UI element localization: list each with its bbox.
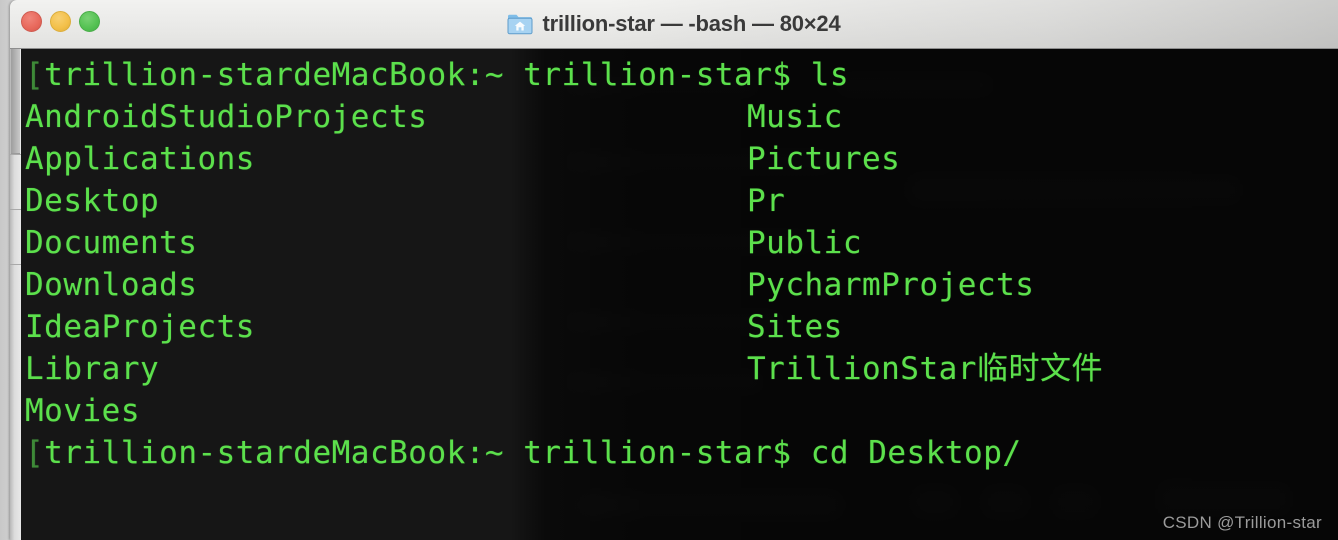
terminal-listing-row: Library TrillionStar临时文件 — [25, 348, 1338, 390]
window-title: trillion-star — -bash — 80×24 — [542, 11, 841, 36]
terminal-screen: [trillion-stardeMacBook:~ trillion-star$… — [21, 49, 1338, 540]
prompt-text: trillion-stardeMacBook:~ trillion-star$ — [44, 435, 811, 471]
terminal-scrollbar[interactable] — [10, 49, 21, 540]
listing-entry: Sites — [747, 309, 843, 345]
listing-entry: Pr — [747, 183, 786, 219]
window-titlebar[interactable]: trillion-star — -bash — 80×24 — [10, 0, 1338, 49]
listing-entry: Desktop — [25, 183, 160, 219]
listing-entry: Public — [747, 225, 862, 261]
terminal-body[interactable]: [trillion-stardeMacBook:~ trillion-star$… — [10, 49, 1338, 540]
prompt-text: trillion-stardeMacBook:~ trillion-star$ — [44, 57, 811, 93]
close-button[interactable] — [21, 11, 42, 32]
listing-entry: IdeaProjects — [25, 309, 255, 345]
home-folder-icon — [507, 13, 533, 35]
watermark: CSDN @Trillion-star — [1162, 513, 1322, 532]
terminal-prompt-line: [trillion-stardeMacBook:~ trillion-star$… — [25, 432, 1338, 474]
terminal-listing-row: Applications Pictures — [25, 138, 1338, 180]
window-title-group: trillion-star — -bash — 80×24 — [10, 0, 1338, 48]
terminal-command: cd Desktop/ — [810, 435, 1022, 471]
prompt-bracket: [ — [25, 435, 45, 471]
listing-entry: AndroidStudioProjects — [25, 99, 428, 135]
terminal-window: trillion-star — -bash — 80×24 [trillion-… — [10, 0, 1338, 540]
listing-entry: Documents — [25, 225, 198, 261]
prompt-bracket: [ — [25, 57, 45, 93]
terminal-listing-row: Downloads PycharmProjects — [25, 264, 1338, 306]
listing-entry: PycharmProjects — [747, 267, 1035, 303]
listing-entry: Music — [747, 99, 843, 135]
listing-entry: Movies — [25, 393, 140, 429]
scrollbar-thumb[interactable] — [11, 49, 20, 154]
minimize-button[interactable] — [50, 11, 71, 32]
listing-entry: Library — [25, 351, 160, 387]
listing-entry: TrillionStar临时文件 — [747, 351, 1103, 387]
terminal-listing-row: Movies — [25, 390, 1338, 432]
listing-entry: Pictures — [747, 141, 901, 177]
maximize-button[interactable] — [79, 11, 100, 32]
listing-entry: Downloads — [25, 267, 198, 303]
window-controls — [21, 11, 100, 32]
terminal-command: ls — [810, 57, 850, 93]
listing-entry: Applications — [25, 141, 255, 177]
terminal-listing-row: AndroidStudioProjects Music — [25, 96, 1338, 138]
terminal-listing-row: Desktop Pr — [25, 180, 1338, 222]
terminal-prompt-line: [trillion-stardeMacBook:~ trillion-star$… — [25, 54, 1338, 96]
terminal-listing-row: IdeaProjects Sites — [25, 306, 1338, 348]
terminal-listing-row: Documents Public — [25, 222, 1338, 264]
